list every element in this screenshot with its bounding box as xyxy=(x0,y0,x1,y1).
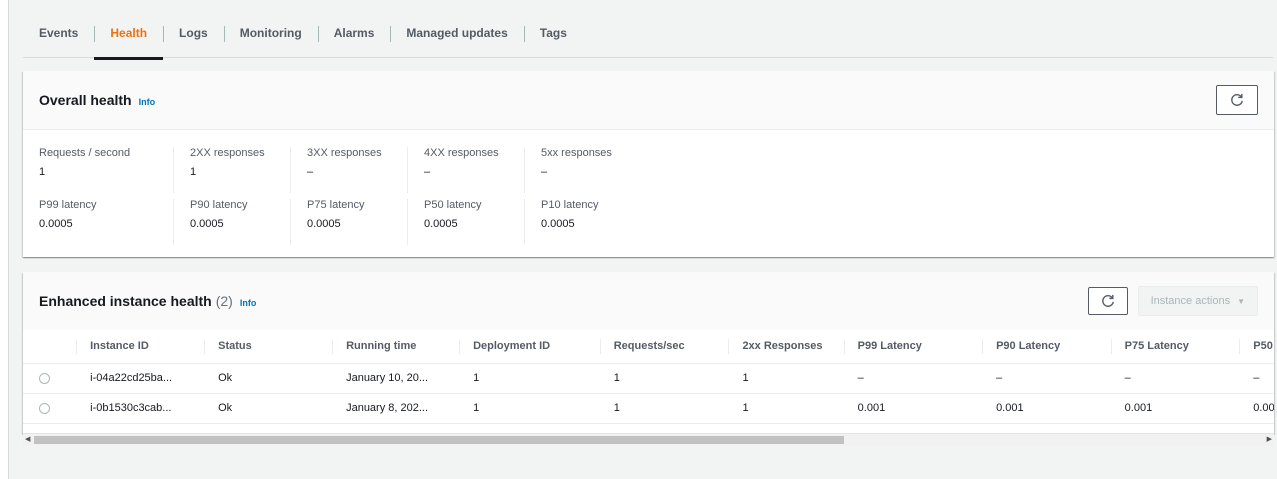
p75-cell: – xyxy=(1124,363,1254,394)
column-header[interactable]: Running time xyxy=(332,330,474,364)
column-header[interactable]: 2xx Responses xyxy=(728,330,858,364)
metric-p90-latency: P90 latency 0.0005 xyxy=(173,199,290,245)
scroll-right-arrow-icon[interactable]: ▶ xyxy=(1267,435,1272,443)
metric-label: 2XX responses xyxy=(190,147,265,159)
instance-id-cell[interactable]: i-04a22cd25ba... xyxy=(90,363,219,394)
requests-cell: 1 xyxy=(613,393,743,424)
overall-health-panel: Overall health Info Requests / second 1 … xyxy=(23,71,1274,257)
scrollbar-thumb[interactable] xyxy=(34,436,844,444)
metric-value: – xyxy=(424,166,431,178)
metric-value: – xyxy=(541,166,548,178)
scroll-left-arrow-icon[interactable]: ◀ xyxy=(25,435,30,443)
status-cell: Ok xyxy=(218,393,347,424)
instance-actions-button[interactable]: Instance actions ▼ xyxy=(1137,286,1258,316)
column-header[interactable]: Status xyxy=(204,330,347,364)
app-frame: Events Health Logs Monitoring Alarms Man… xyxy=(8,0,1277,479)
metric-3xx-responses: 3XX responses – xyxy=(290,147,407,193)
deployment-id-cell: 1 xyxy=(473,393,614,424)
enhanced-instance-health-panel: Enhanced instance health (2) Info Instan… xyxy=(23,272,1274,434)
column-header[interactable]: P75 Latency xyxy=(1110,330,1254,364)
column-header[interactable]: Requests/sec xyxy=(599,330,743,364)
refresh-icon xyxy=(1231,93,1243,106)
metric-p10-latency: P10 latency 0.0005 xyxy=(524,199,641,245)
running-time-cell: January 8, 202... xyxy=(346,393,474,424)
metric-label: 5xx responses xyxy=(541,147,612,159)
table-row[interactable]: i-04a22cd25ba... Ok January 10, 20... 1 … xyxy=(23,363,1274,394)
column-header[interactable]: Deployment ID xyxy=(459,330,614,364)
metric-4xx-responses: 4XX responses – xyxy=(407,147,524,193)
metric-value: 0.0005 xyxy=(307,218,341,230)
metric-value: 0.0005 xyxy=(424,218,458,230)
instance-table: Instance ID Status Running time Deployme… xyxy=(23,330,1274,424)
deployment-id-cell: 1 xyxy=(473,363,614,394)
metric-5xx-responses: 5xx responses – xyxy=(524,147,641,193)
refresh-icon xyxy=(1101,294,1114,307)
status-cell: Ok xyxy=(218,363,347,394)
p90-cell: – xyxy=(996,363,1125,394)
running-time-cell: January 10, 20... xyxy=(346,363,474,394)
instance-id-cell[interactable]: i-0b1530c3cab... xyxy=(90,393,219,424)
metric-value: 0.0005 xyxy=(190,218,224,230)
enhanced-health-header: Enhanced instance health (2) Info Instan… xyxy=(23,272,1274,330)
metric-value: 1 xyxy=(39,166,46,178)
metric-value: 1 xyxy=(190,166,197,178)
metric-value: – xyxy=(307,166,314,178)
metric-label: P90 latency xyxy=(190,199,248,211)
tab-managed-updates[interactable]: Managed updates xyxy=(390,16,523,50)
enhanced-refresh-button[interactable] xyxy=(1087,287,1128,315)
tab-alarms[interactable]: Alarms xyxy=(317,16,391,50)
overall-health-header: Overall health Info xyxy=(23,71,1274,130)
overall-refresh-button[interactable] xyxy=(1216,85,1258,115)
caret-down-icon: ▼ xyxy=(1237,296,1245,306)
2xx-cell: 1 xyxy=(742,363,858,394)
column-header[interactable]: P50 La xyxy=(1239,330,1274,364)
metric-p99-latency: P99 latency 0.0005 xyxy=(39,199,173,245)
metric-label: P10 latency xyxy=(541,199,599,211)
instance-actions-label: Instance actions xyxy=(1150,295,1231,307)
metric-label: Requests / second xyxy=(39,147,131,159)
metric-label: P75 latency xyxy=(307,199,365,211)
overall-health-info-link[interactable]: Info xyxy=(139,97,156,107)
p99-cell: – xyxy=(857,363,997,394)
metric-2xx-responses: 2XX responses 1 xyxy=(173,147,290,193)
row-select-radio[interactable] xyxy=(39,402,50,414)
p50-cell: – xyxy=(1253,363,1274,394)
metric-requests-per-second: Requests / second 1 xyxy=(39,147,173,193)
overall-health-title: Overall health xyxy=(39,92,132,108)
select-column-header xyxy=(23,330,91,364)
metrics-row-responses: Requests / second 1 2XX responses 1 3XX … xyxy=(23,147,1274,193)
metric-label: P50 latency xyxy=(424,199,482,211)
requests-cell: 1 xyxy=(613,363,743,394)
table-horizontal-scrollbar[interactable]: ◀ ▶ xyxy=(23,433,1274,445)
metric-value: 0.0005 xyxy=(39,218,73,230)
tab-health[interactable]: Health xyxy=(94,16,163,60)
2xx-cell: 1 xyxy=(742,393,858,424)
metric-label: P99 latency xyxy=(39,199,97,211)
table-header-row: Instance ID Status Running time Deployme… xyxy=(23,330,1274,364)
p90-cell: 0.001 xyxy=(996,393,1125,424)
tab-logs[interactable]: Logs xyxy=(163,16,224,50)
metric-value: 0.0005 xyxy=(541,218,575,230)
metric-p75-latency: P75 latency 0.0005 xyxy=(290,199,407,245)
metric-label: 4XX responses xyxy=(424,147,499,159)
enhanced-health-title: Enhanced instance health xyxy=(39,293,212,309)
column-header[interactable]: P90 Latency xyxy=(982,330,1125,364)
metric-p50-latency: P50 latency 0.0005 xyxy=(407,199,524,245)
tab-monitoring[interactable]: Monitoring xyxy=(223,16,318,50)
tab-bar: Events Health Logs Monitoring Alarms Man… xyxy=(23,0,1273,60)
p75-cell: 0.001 xyxy=(1124,393,1254,424)
instance-count: (2) xyxy=(215,293,233,309)
tab-tags[interactable]: Tags xyxy=(523,16,583,50)
table-row[interactable]: i-0b1530c3cab... Ok January 8, 202... 1 … xyxy=(23,393,1274,424)
metrics-row-latency: P99 latency 0.0005 P90 latency 0.0005 P7… xyxy=(23,199,1274,245)
p99-cell: 0.001 xyxy=(857,393,997,424)
row-select-radio[interactable] xyxy=(39,372,50,384)
p50-cell: 0.001 xyxy=(1253,393,1274,424)
enhanced-health-info-link[interactable]: Info xyxy=(240,298,257,308)
tab-events[interactable]: Events xyxy=(23,16,94,50)
column-header[interactable]: Instance ID xyxy=(76,330,219,364)
metric-label: 3XX responses xyxy=(307,147,382,159)
column-header[interactable]: P99 Latency xyxy=(843,330,997,364)
